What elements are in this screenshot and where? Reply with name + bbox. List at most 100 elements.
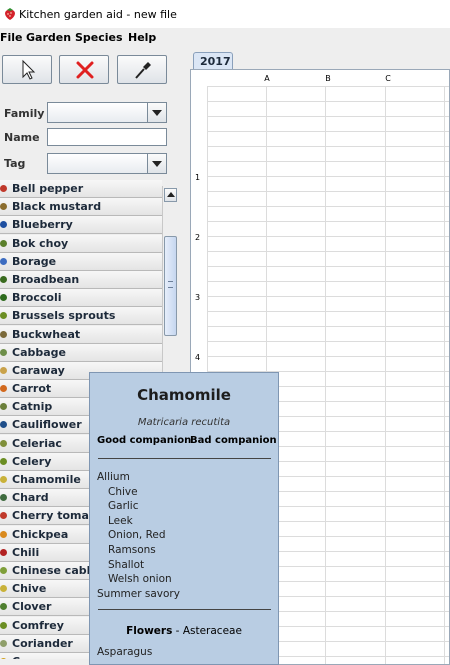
grid-column-line: [385, 86, 386, 664]
species-icon: [0, 330, 7, 338]
species-icon: [0, 257, 7, 265]
species-name: Bok choy: [12, 236, 69, 250]
scroll-up-arrow-icon[interactable]: [164, 188, 177, 202]
species-icon: [0, 221, 7, 229]
species-name: Chickpea: [12, 527, 69, 541]
menu-help[interactable]: Help: [128, 31, 156, 44]
species-icon: [0, 366, 7, 374]
companion-item: Onion, Red: [108, 529, 166, 542]
delete-tool-button[interactable]: [59, 55, 109, 84]
popup-family: Flowers - Asteraceae: [90, 625, 278, 637]
family-separator: -: [175, 625, 180, 637]
grid-row-line: [207, 116, 449, 117]
species-icon: [0, 512, 7, 520]
species-icon: [0, 239, 7, 247]
popup-latin-name: Matricaria recutita: [137, 417, 231, 428]
species-name: Cauliflower: [12, 418, 82, 432]
grid-row-line: [207, 86, 449, 87]
species-list-item[interactable]: Cabbage: [0, 343, 162, 362]
species-icon: [0, 603, 7, 611]
species-list-item[interactable]: Broadbean: [0, 270, 162, 289]
chevron-down-icon[interactable]: [147, 103, 166, 122]
species-list-item[interactable]: Bell pepper: [0, 180, 162, 198]
menu-file[interactable]: File: [0, 31, 23, 44]
grid-row-line: [207, 341, 449, 342]
grid-row-line: [207, 296, 449, 297]
grid-row-line: [207, 161, 449, 162]
species-name: Broadbean: [12, 272, 80, 286]
cursor-arrow-icon: [22, 59, 36, 80]
bad-companion-header: Bad companion: [190, 435, 277, 446]
name-input[interactable]: [47, 128, 167, 146]
chevron-down-icon[interactable]: [147, 154, 166, 173]
menu-bar: File Garden Species Help: [0, 28, 450, 48]
species-icon: [0, 494, 7, 502]
species-icon: [0, 548, 7, 556]
popup-divider: [98, 458, 271, 459]
grid-row-line: [207, 221, 449, 222]
menu-garden[interactable]: Garden: [26, 31, 71, 44]
menu-species[interactable]: Species: [75, 31, 123, 44]
grid-row-line: [207, 206, 449, 207]
grid-row-line: [207, 176, 449, 177]
species-icon: [0, 203, 7, 211]
species-list-item[interactable]: Borage: [0, 252, 162, 271]
species-list-item[interactable]: Broccoli: [0, 289, 162, 308]
species-icon: [0, 476, 7, 483]
tab-2017[interactable]: 2017: [193, 52, 233, 70]
companion-item: Allium: [97, 471, 130, 483]
popup-next-entry: Asparagus: [97, 646, 153, 658]
species-icon: [0, 294, 7, 302]
companion-item: Summer savory: [97, 587, 180, 600]
species-list-item[interactable]: Black mustard: [0, 198, 162, 217]
tag-combo[interactable]: [47, 153, 167, 174]
species-list-item[interactable]: Brussels sprouts: [0, 307, 162, 326]
species-icon: [0, 348, 7, 356]
family-category: Flowers: [126, 625, 173, 637]
species-icon: [0, 457, 7, 465]
species-icon: [0, 439, 7, 447]
strawberry-icon: [5, 8, 15, 20]
species-icon: [0, 530, 7, 538]
family-name: Asteraceae: [182, 625, 242, 637]
species-list-item[interactable]: Blueberry: [0, 216, 162, 235]
species-name: Borage: [12, 254, 57, 268]
species-icon: [0, 185, 7, 192]
popup-divider: [98, 609, 271, 610]
species-icon: [0, 585, 7, 593]
species-name: Caraway: [12, 363, 65, 377]
species-name: Cabbage: [12, 345, 67, 359]
species-name: Chard: [12, 491, 49, 505]
scroll-thumb[interactable]: [164, 236, 177, 336]
species-name: Clover: [12, 600, 52, 614]
species-name: Coriander: [12, 636, 73, 650]
species-list-item[interactable]: Bok choy: [0, 234, 162, 253]
species-icon: [0, 566, 7, 574]
grid-row-line: [207, 101, 449, 102]
species-name: Catnip: [12, 400, 53, 414]
species-name: Chive: [12, 582, 47, 596]
row-header: 2: [195, 233, 201, 242]
companion-item: Garlic: [108, 500, 139, 513]
good-companion-header: Good companion: [97, 435, 192, 446]
grid-row-line: [207, 131, 449, 132]
family-combo[interactable]: [47, 102, 167, 123]
species-name: Carrot: [12, 382, 52, 396]
species-name: Black mustard: [12, 200, 102, 214]
species-list-item[interactable]: Buckwheat: [0, 325, 162, 344]
row-header: 4: [195, 353, 201, 362]
grid-row-line: [207, 251, 449, 252]
species-icon: [0, 312, 7, 320]
grid-row-line: [207, 356, 449, 357]
species-icon: [0, 385, 7, 393]
select-tool-button[interactable]: [2, 55, 52, 84]
grid-row-line: [207, 311, 449, 312]
species-name: Celery: [12, 454, 52, 468]
red-x-icon: [76, 61, 94, 79]
name-label: Name: [4, 131, 40, 144]
grid-row-line: [207, 236, 449, 237]
title-bar: Kitchen garden aid - new file: [0, 0, 450, 28]
eyedropper-tool-button[interactable]: [117, 55, 167, 84]
species-icon: [0, 421, 7, 429]
grid-column-line: [444, 86, 445, 664]
